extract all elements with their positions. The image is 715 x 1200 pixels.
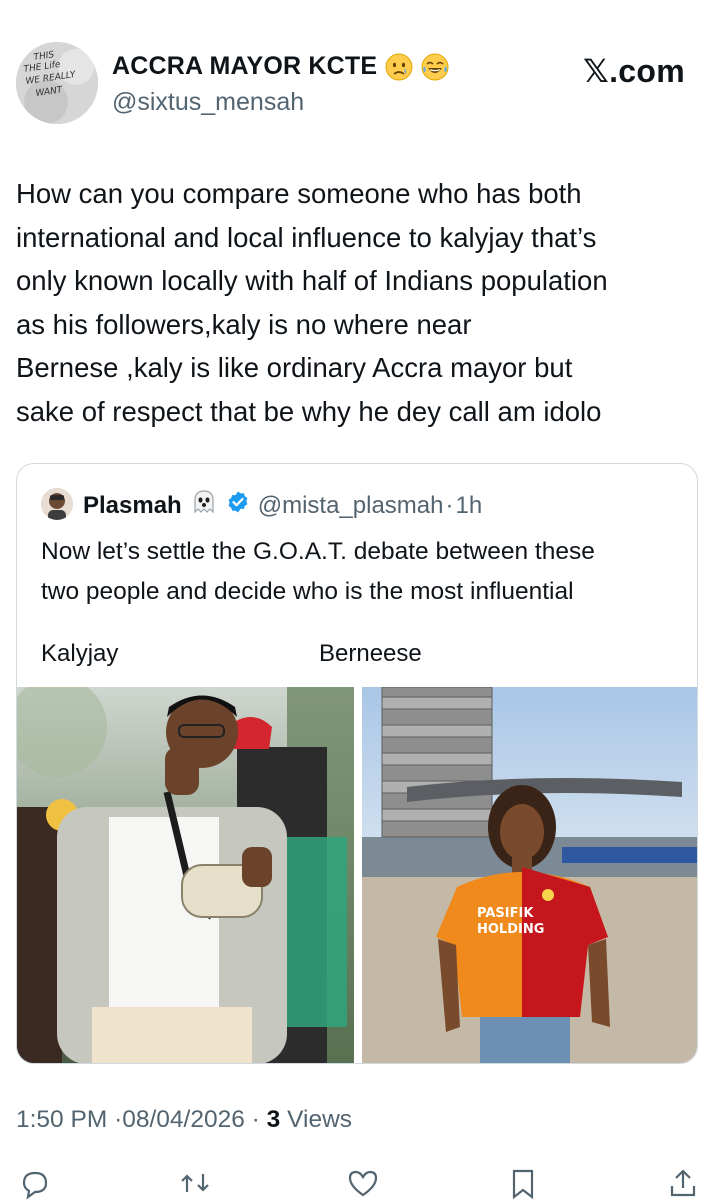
tweet-text-line: only known locally with half of Indians … bbox=[16, 265, 608, 296]
verified-badge-icon bbox=[226, 490, 250, 521]
quoted-text-line: Now let’s settle the G.O.A.T. debate bet… bbox=[41, 538, 595, 565]
reply-icon[interactable] bbox=[18, 1166, 52, 1200]
display-name-row: ACCRA MAYOR KCTE bbox=[112, 52, 449, 81]
ghost-icon bbox=[190, 488, 218, 523]
views-label: Views bbox=[287, 1106, 353, 1133]
meta-separator: · bbox=[251, 1106, 260, 1133]
tweet-date[interactable]: 08/04/2026 bbox=[122, 1106, 245, 1133]
repost-icon[interactable] bbox=[178, 1166, 212, 1200]
photo-kalyjay-image bbox=[17, 687, 354, 1063]
quoted-tweet-header: Plasmah @mista_plasmah · 1h bbox=[83, 488, 482, 523]
tweet-text-line: international and local influence to kal… bbox=[16, 221, 597, 253]
quoted-tweet-card[interactable]: Plasmah @mista_plasmah · 1h Now let’s se… bbox=[16, 463, 698, 1064]
tears-of-joy-icon bbox=[421, 53, 449, 81]
tweet-text-line: as his followers,kaly is no where near bbox=[16, 308, 472, 340]
author-handle[interactable]: @sixtus_mensah bbox=[112, 88, 304, 117]
x-brand-watermark: 𝕏.com bbox=[583, 53, 685, 89]
tweet-text: How can you compare someone who has both… bbox=[16, 172, 706, 433]
quoted-tweet-text: Now let’s settle the G.O.A.T. debate bet… bbox=[41, 532, 691, 612]
jersey-text-1: PASIFIK bbox=[477, 906, 534, 921]
tweet-page: THIS THE Life WE REALLY WANT ACCRA MAYOR… bbox=[0, 0, 715, 1200]
photo-kalyjay[interactable] bbox=[17, 687, 354, 1063]
bookmark-icon[interactable] bbox=[506, 1166, 540, 1200]
tweet-meta: 1:50 PM ·08/04/2026 · 3 Views bbox=[16, 1106, 352, 1134]
meta-separator: · bbox=[114, 1106, 123, 1133]
photo-berneese-image: PASIFIK HOLDING bbox=[362, 687, 697, 1063]
label-berneese: Berneese bbox=[319, 640, 422, 667]
photo-berneese[interactable]: PASIFIK HOLDING bbox=[362, 687, 697, 1063]
label-kalyjay: Kalyjay bbox=[41, 640, 119, 667]
tweet-time[interactable]: 1:50 PM bbox=[16, 1106, 107, 1133]
tweet-header: THIS THE Life WE REALLY WANT ACCRA MAYOR… bbox=[0, 0, 715, 140]
quoted-text-line: two people and decide who is the most in… bbox=[41, 578, 574, 605]
quoted-separator: · bbox=[445, 491, 454, 519]
quoted-author-avatar[interactable] bbox=[41, 488, 73, 520]
share-icon[interactable] bbox=[666, 1166, 700, 1200]
views-count: 3 bbox=[266, 1106, 281, 1133]
like-icon[interactable] bbox=[346, 1166, 380, 1200]
quoted-author-name[interactable]: Plasmah bbox=[83, 492, 182, 520]
jersey-text-2: HOLDING bbox=[477, 922, 544, 937]
author-display-name[interactable]: ACCRA MAYOR KCTE bbox=[112, 52, 377, 81]
tweet-text-line: How can you compare someone who has both bbox=[16, 178, 582, 209]
action-bar bbox=[0, 1160, 715, 1200]
tweet-text-line: Bernese ,kaly is like ordinary Accra may… bbox=[16, 352, 573, 383]
crying-face-icon bbox=[385, 53, 413, 81]
author-avatar[interactable]: THIS THE Life WE REALLY WANT bbox=[16, 42, 98, 124]
quoted-timestamp[interactable]: 1h bbox=[455, 492, 482, 520]
author-avatar-image: THIS THE Life WE REALLY WANT bbox=[16, 42, 98, 124]
quoted-author-handle[interactable]: @mista_plasmah bbox=[258, 492, 444, 520]
tweet-text-line: sake of respect that be why he dey call … bbox=[16, 395, 602, 427]
